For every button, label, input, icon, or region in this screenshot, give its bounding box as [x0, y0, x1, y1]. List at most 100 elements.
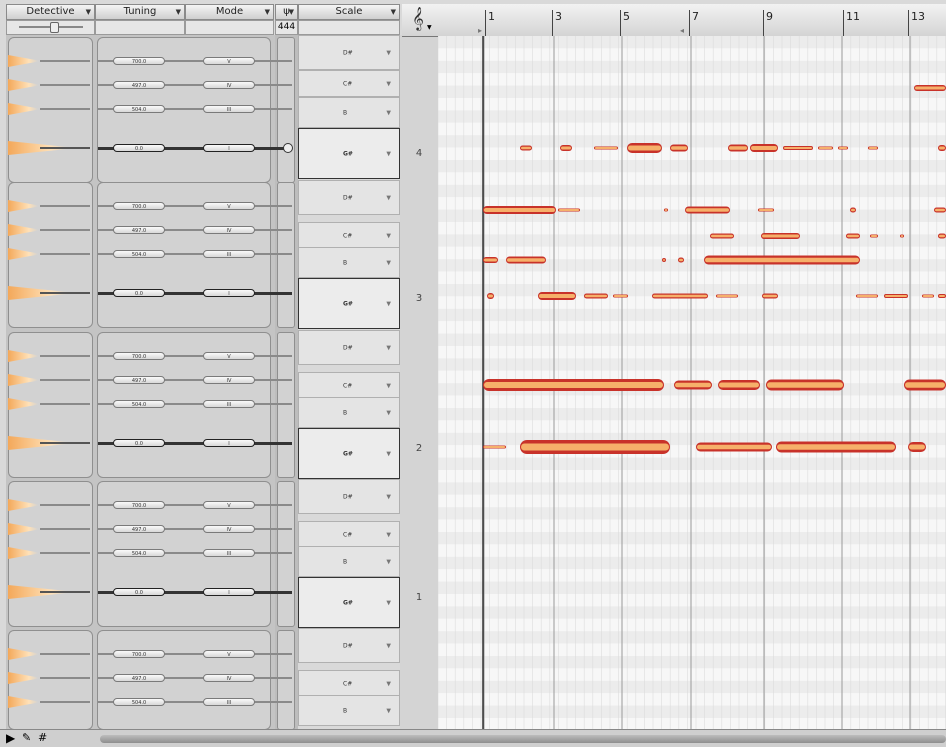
mode-value-field[interactable]: I — [203, 588, 255, 596]
reference-pitch[interactable]: 444 — [275, 20, 298, 35]
scale-note-cell[interactable]: C# ▼ — [298, 70, 400, 97]
pitch-blob-core — [484, 446, 505, 448]
scale-note-label: D# — [343, 642, 353, 649]
scale-note-cell[interactable]: G# ▼ — [298, 278, 400, 329]
tuning-value-field[interactable]: 0.0 — [113, 439, 165, 447]
treble-clef-icon[interactable]: 𝄞 — [412, 6, 424, 30]
scale-header[interactable]: Scale ▼ — [298, 4, 400, 20]
pitch-lane — [438, 569, 946, 582]
clef-dropdown-icon[interactable]: ▼ — [427, 24, 432, 31]
tuning-value-field[interactable]: 497.0 — [113, 674, 165, 682]
pitch-lane — [438, 494, 946, 508]
tuning-fork-header[interactable]: ψ ▼ — [275, 4, 298, 20]
tuning-value-field[interactable]: 497.0 — [113, 376, 165, 384]
scale-note-cell[interactable]: G# ▼ — [298, 428, 400, 479]
mode-value-field[interactable]: V — [203, 57, 255, 65]
wrench-tool-icon[interactable]: ✎ — [22, 731, 31, 744]
grid-tool-icon[interactable]: # — [38, 731, 47, 744]
mode-value-field[interactable]: V — [203, 501, 255, 509]
scale-note-cell[interactable]: D# ▼ — [298, 628, 400, 663]
scale-note-label: B — [343, 259, 348, 266]
scale-note-cell[interactable]: B ▼ — [298, 397, 400, 428]
horizontal-scrollbar[interactable] — [100, 735, 946, 743]
tuning-value-field[interactable]: 700.0 — [113, 352, 165, 360]
scale-note-cell[interactable]: D# ▼ — [298, 35, 400, 70]
tuning-value-field[interactable]: 0.0 — [113, 144, 165, 152]
tuning-value-field[interactable]: 0.0 — [113, 289, 165, 297]
dropdown-arrow-icon: ▼ — [386, 493, 391, 500]
scale-note-label: B — [343, 558, 348, 565]
scale-note-cell[interactable]: D# ▼ — [298, 330, 400, 365]
mode-value-field[interactable]: I — [203, 289, 255, 297]
tuning-value-field[interactable]: 497.0 — [113, 226, 165, 234]
tuning-value-field[interactable]: 497.0 — [113, 525, 165, 533]
bar-ruler[interactable]: 𝄞 ▼ 1 3 5 7 9 11 13 ▸ ◂ — [402, 4, 946, 37]
tuning-value-field[interactable]: 700.0 — [113, 57, 165, 65]
tuning-value-field[interactable]: 504.0 — [113, 250, 165, 258]
mode-value-field[interactable]: V — [203, 352, 255, 360]
loop-end-marker[interactable]: ◂ — [680, 26, 684, 35]
tuning-value-field[interactable]: 504.0 — [113, 105, 165, 113]
scale-note-label: D# — [343, 344, 353, 351]
tuning-value-field[interactable]: 0.0 — [113, 588, 165, 596]
pitch-lane — [438, 470, 946, 483]
scale-note-cell[interactable]: C# ▼ — [298, 222, 400, 249]
mode-value-field[interactable]: III — [203, 400, 255, 408]
scale-note-label: D# — [343, 194, 353, 201]
mode-header[interactable]: Mode ▼ — [185, 4, 274, 20]
bar-tick — [485, 10, 486, 36]
mode-value-field[interactable]: III — [203, 549, 255, 557]
pitch-roll[interactable] — [438, 36, 946, 729]
pitch-blob-core — [539, 294, 575, 298]
mode-value-field[interactable]: III — [203, 250, 255, 258]
mode-value-field[interactable]: IV — [203, 674, 255, 682]
scale-note-cell[interactable]: C# ▼ — [298, 372, 400, 399]
pitch-lane — [438, 457, 946, 470]
scale-note-cell[interactable]: G# ▼ — [298, 577, 400, 628]
dropdown-arrow-icon: ▼ — [386, 80, 391, 87]
scale-note-cell[interactable]: C# ▼ — [298, 521, 400, 548]
tuning-header[interactable]: Tuning ▼ — [95, 4, 185, 20]
tuning-value-field[interactable]: 700.0 — [113, 202, 165, 210]
bar-number: 3 — [555, 10, 562, 23]
scale-note-cell[interactable]: G# ▼ — [298, 128, 400, 179]
mode-value-field[interactable]: IV — [203, 81, 255, 89]
tuning-value-field[interactable]: 700.0 — [113, 501, 165, 509]
mode-value-field[interactable]: III — [203, 105, 255, 113]
tuning-value-field[interactable]: 700.0 — [113, 650, 165, 658]
mode-value-field[interactable]: I — [203, 439, 255, 447]
tuning-value-field[interactable]: 504.0 — [113, 549, 165, 557]
tuning-value-field[interactable]: 504.0 — [113, 698, 165, 706]
pitch-lane — [438, 184, 946, 198]
scale-note-cell[interactable]: B ▼ — [298, 247, 400, 278]
scale-note-cell[interactable]: C# ▼ — [298, 670, 400, 697]
pitch-lane — [438, 668, 946, 681]
detective-slider-thumb[interactable] — [50, 22, 59, 33]
octave-label: 1 — [415, 592, 423, 603]
mode-value-field[interactable]: IV — [203, 226, 255, 234]
scale-note-cell[interactable]: D# ▼ — [298, 479, 400, 514]
pitch-lane — [438, 581, 946, 594]
loop-start-marker[interactable]: ▸ — [478, 26, 482, 35]
mode-value-field[interactable]: V — [203, 650, 255, 658]
pitch-lane — [438, 321, 946, 334]
scale-note-cell[interactable]: B ▼ — [298, 546, 400, 577]
mode-value-field[interactable]: IV — [203, 525, 255, 533]
detective-line — [40, 379, 90, 381]
pitch-lane — [438, 234, 946, 247]
fork-knob-icon[interactable] — [283, 143, 293, 153]
detective-header[interactable]: Detective ▼ — [6, 4, 95, 20]
mode-value-field[interactable]: III — [203, 698, 255, 706]
scale-note-cell[interactable]: B ▼ — [298, 695, 400, 726]
fork-group — [277, 332, 295, 478]
pointer-tool-icon[interactable]: ▶ — [6, 731, 15, 745]
mode-value-field[interactable]: V — [203, 202, 255, 210]
mode-value-field[interactable]: IV — [203, 376, 255, 384]
scale-note-cell[interactable]: B ▼ — [298, 97, 400, 128]
pitch-lane — [438, 395, 946, 408]
scale-note-cell[interactable]: D# ▼ — [298, 180, 400, 215]
tuning-value-field[interactable]: 497.0 — [113, 81, 165, 89]
pitch-blob-canvas[interactable] — [438, 36, 946, 729]
tuning-value-field[interactable]: 504.0 — [113, 400, 165, 408]
mode-value-field[interactable]: I — [203, 144, 255, 152]
